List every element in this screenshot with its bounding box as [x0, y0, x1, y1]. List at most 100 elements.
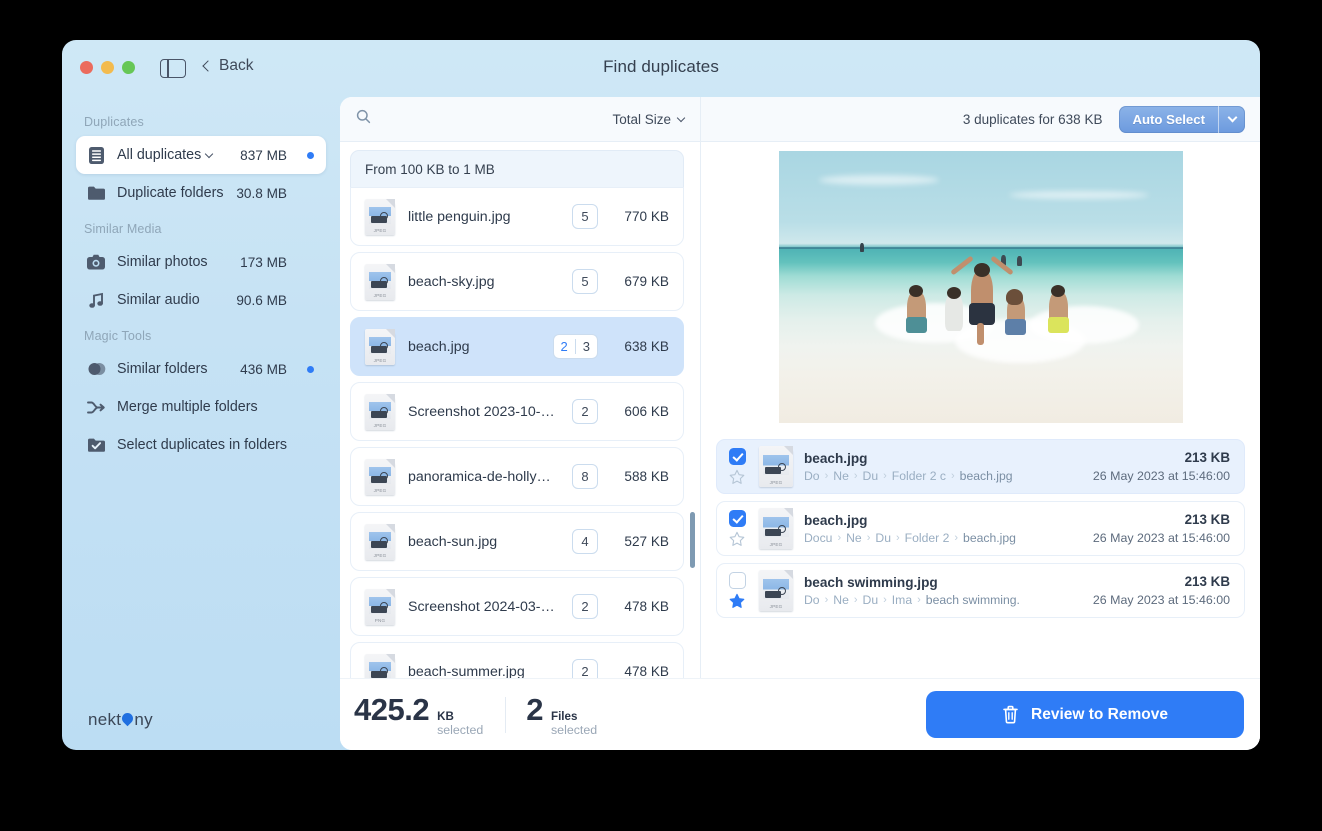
- image-preview[interactable]: [778, 150, 1183, 423]
- file-type-icon: JPEG: [759, 508, 793, 549]
- file-list-row[interactable]: JPEG beach.jpg 2 3 638 KB: [350, 317, 684, 376]
- sidebar-item-merge-multiple-folders[interactable]: Merge multiple folders: [76, 388, 326, 426]
- duplicate-file-name: beach.jpg: [804, 450, 868, 466]
- sidebar-item-label: Similar photos: [117, 254, 208, 270]
- file-list-row[interactable]: JPEG Screenshot 2023-10-30... 2 606 KB: [350, 382, 684, 441]
- status-dot: [307, 365, 314, 373]
- app-window: Back Find duplicates Duplicates All dupl…: [62, 40, 1260, 750]
- sidebar-item-value: 436 MB: [240, 361, 287, 377]
- duplicate-count-badge: 2: [572, 399, 598, 424]
- path-segment: Do: [804, 592, 820, 607]
- chevron-down-icon[interactable]: [205, 149, 214, 158]
- sidebar-item-similar-folders[interactable]: Similar folders 436 MB: [76, 350, 326, 388]
- file-list-row[interactable]: JPEG little penguin.jpg 5 770 KB: [350, 187, 684, 246]
- preview-area: [701, 142, 1260, 431]
- file-list-row[interactable]: JPEG beach-sun.jpg 4 527 KB: [350, 512, 684, 571]
- file-list-row[interactable]: JPEG beach-summer.jpg 2 478 KB: [350, 642, 684, 678]
- splash-decor: [1028, 305, 1139, 344]
- file-type-icon: JPEG: [365, 328, 395, 365]
- sidebar-item-duplicate-folders[interactable]: Duplicate folders 30.8 MB: [76, 174, 326, 212]
- divider: [505, 696, 507, 733]
- auto-select-dropdown[interactable]: [1219, 106, 1245, 133]
- select-checkbox[interactable]: [728, 510, 746, 527]
- file-name: beach-sun.jpg: [408, 533, 498, 550]
- total-count: 3: [582, 339, 590, 354]
- path-segment: beach.jpg: [959, 468, 1013, 483]
- duplicate-count-badge: 5: [572, 204, 598, 229]
- sidebar-item-label: Select duplicates in folders: [117, 437, 288, 453]
- star-icon[interactable]: [729, 593, 745, 609]
- logo-text-pre: nekt: [88, 710, 122, 729]
- file-type-icon: JPEG: [365, 263, 395, 300]
- selected-size-unit: KB: [437, 709, 454, 723]
- file-thumb: [369, 401, 391, 419]
- sidebar-item-label: Similar audio: [117, 292, 200, 308]
- file-size: 588 KB: [624, 469, 669, 484]
- auto-select-button[interactable]: Auto Select: [1119, 105, 1245, 133]
- logo-droplet-icon: [120, 710, 136, 727]
- star-icon[interactable]: [729, 531, 745, 547]
- file-type-icon: JPEG: [365, 393, 395, 430]
- sidebar-item-similar-photos[interactable]: Similar photos 173 MB: [76, 243, 326, 281]
- duplicate-file-name: beach.jpg: [804, 512, 868, 528]
- duplicates-summary: 3 duplicates for 638 KB: [962, 111, 1103, 127]
- merge-icon: [86, 397, 106, 417]
- file-list-row[interactable]: JPEG beach-sky.jpg 5 679 KB: [350, 252, 684, 311]
- file-type-icon: PNG: [365, 588, 395, 625]
- duplicate-list-pane: Total Size From 100 KB to 1 MB JPEG littl…: [340, 97, 701, 678]
- duplicate-meta: 213 KB 26 May 2023 at 15:46:00: [1093, 450, 1230, 483]
- sidebar-item-all-duplicates[interactable]: All duplicates 837 MB: [76, 136, 326, 174]
- file-type-icon: JPEG: [759, 446, 793, 487]
- duplicate-meta: 213 KB 26 May 2023 at 15:46:00: [1093, 512, 1230, 545]
- star-icon[interactable]: [729, 469, 745, 485]
- select-checkbox[interactable]: [728, 572, 746, 589]
- sort-dropdown[interactable]: Total Size: [612, 112, 686, 127]
- chevron-down-icon: [676, 113, 686, 122]
- sidebar-item-select-duplicates-in-folders[interactable]: Select duplicates in folders: [76, 426, 326, 464]
- path-segment: Docu: [804, 530, 833, 545]
- duplicate-row[interactable]: JPEG beach.jpg Docu › Ne › Du › Folder 2 › beach.j…: [716, 501, 1245, 556]
- file-size: 770 KB: [624, 209, 669, 224]
- duplicate-row[interactable]: JPEG beach swimming.jpg Do › Ne › Du › Ima › beach…: [716, 563, 1245, 618]
- row-marks: [726, 510, 748, 547]
- list-icon: [86, 145, 106, 165]
- detail-pane: 3 duplicates for 638 KB Auto Select JPEG…: [701, 97, 1260, 678]
- review-to-remove-button[interactable]: Review to Remove: [926, 691, 1244, 738]
- file-thumb: [369, 661, 391, 678]
- auto-select-label: Auto Select: [1132, 111, 1205, 127]
- file-type-icon: JPEG: [365, 198, 395, 235]
- file-list-row[interactable]: JPEG panoramica-de-hollywo... 8 588 KB: [350, 447, 684, 506]
- central-person-arm-left: [949, 255, 974, 275]
- selected-files-stat: 2 Files selected: [526, 692, 619, 738]
- list-group-header: From 100 KB to 1 MB: [350, 150, 684, 187]
- search-icon[interactable]: [356, 109, 371, 129]
- duplicate-file-date: 26 May 2023 at 15:46:00: [1092, 469, 1230, 483]
- file-thumb: [369, 466, 391, 484]
- file-list-row[interactable]: PNG Screenshot 2024-03-2... 2 478 KB: [350, 577, 684, 636]
- review-to-remove-label: Review to Remove: [1031, 705, 1168, 723]
- logo-text-post: ny: [134, 710, 153, 729]
- list-scrollbar[interactable]: [690, 512, 695, 568]
- duplicate-list[interactable]: From 100 KB to 1 MB JPEG little penguin.j…: [340, 142, 700, 678]
- list-toolbar: Total Size: [340, 97, 700, 142]
- runner-head: [946, 286, 961, 299]
- path-segment: beach swimming.: [925, 592, 1020, 607]
- horizon-line: [778, 247, 1183, 250]
- selected-size-stat: 425.2 KB selected: [354, 692, 505, 738]
- sidebar-item-similar-audio[interactable]: Similar audio 90.6 MB: [76, 281, 326, 319]
- file-thumb: [369, 206, 391, 224]
- select-checkbox[interactable]: [728, 448, 746, 465]
- path-segment: Ne: [833, 592, 849, 607]
- selected-files-unit: Files: [550, 709, 578, 723]
- file-size: 527 KB: [624, 534, 669, 549]
- sidebar-item-label: Duplicate folders: [117, 185, 224, 201]
- duplicate-count-badge: 2: [572, 594, 598, 619]
- runner-shorts: [1004, 318, 1026, 335]
- file-name: beach-sky.jpg: [408, 273, 495, 290]
- search-input[interactable]: [379, 97, 605, 141]
- selected-count: 2: [554, 339, 576, 354]
- duplicate-row[interactable]: JPEG beach.jpg Do › Ne › Du › Folder 2 c › beach.j…: [716, 439, 1245, 494]
- path-segment: Du: [862, 468, 879, 483]
- file-name: little penguin.jpg: [408, 208, 511, 225]
- sidebar-item-label: All duplicates: [117, 147, 229, 163]
